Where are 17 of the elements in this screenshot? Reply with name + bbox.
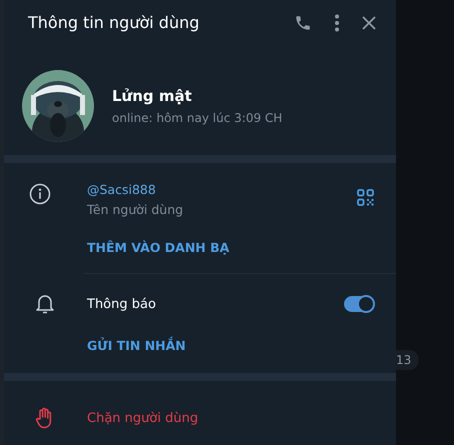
username-link[interactable]: @Sacsi888 [87, 182, 357, 197]
qr-code-icon[interactable] [357, 189, 374, 206]
add-contact-button[interactable]: THÊM VÀO DANH BẠ [87, 240, 230, 255]
info-icon [29, 183, 51, 205]
block-user-button[interactable]: Chặn người dùng [87, 410, 198, 426]
time-badge: 13 [396, 350, 420, 370]
user-name: Lửng mật [112, 86, 193, 104]
bell-icon [35, 293, 55, 315]
notifications-toggle[interactable] [344, 296, 374, 312]
close-icon[interactable] [362, 16, 376, 30]
online-status: online: hôm nay lúc 3:09 CH [112, 110, 282, 124]
notifications-label: Thông báo [87, 296, 157, 312]
send-message-button[interactable]: GỬI TIN NHẮN [87, 338, 186, 353]
phone-icon[interactable] [294, 14, 312, 32]
window-title: Thông tin người dùng [28, 13, 200, 32]
username-label: Tên người dùng [87, 202, 184, 217]
more-icon[interactable] [334, 14, 340, 32]
